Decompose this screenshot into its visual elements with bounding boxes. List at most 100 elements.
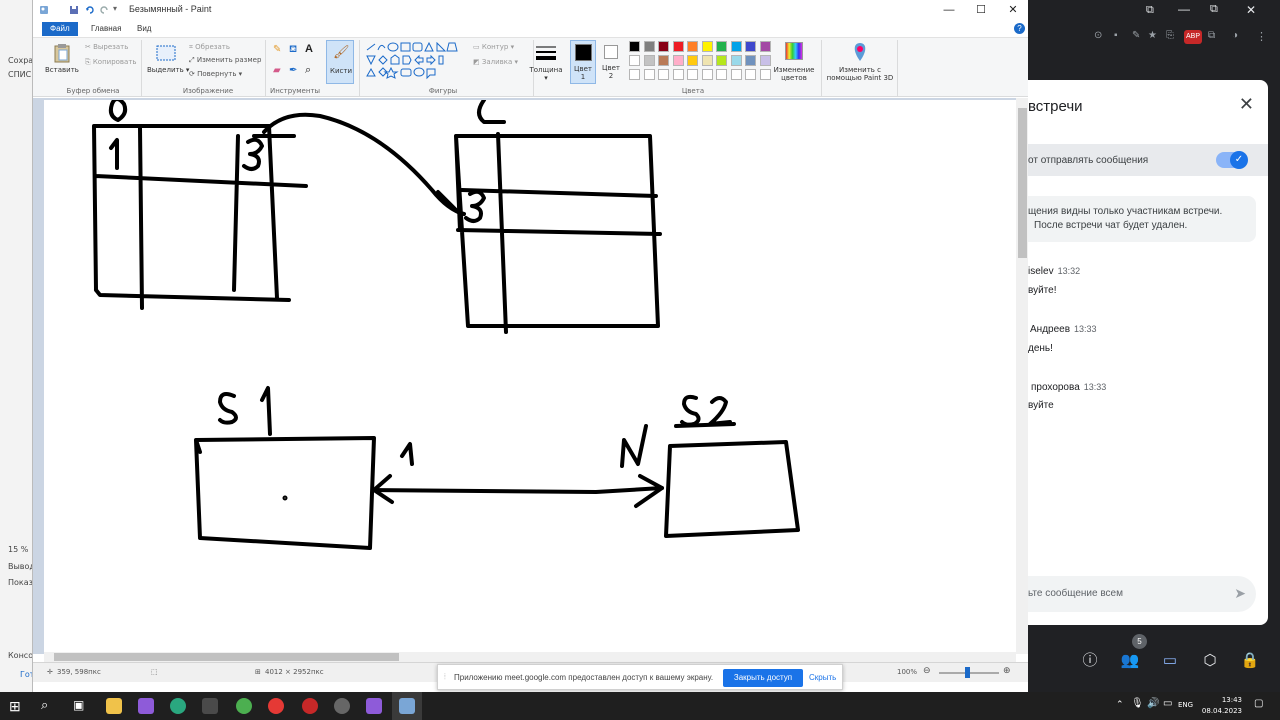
file-explorer-icon[interactable] bbox=[106, 698, 122, 714]
palette-color-swatch[interactable] bbox=[658, 55, 669, 66]
paint3d-button[interactable]: Изменить с помощью Paint 3D bbox=[825, 66, 895, 82]
size-icon[interactable] bbox=[535, 44, 557, 64]
palette-color-swatch[interactable] bbox=[629, 41, 640, 52]
zoom-out-button[interactable]: ⊖ bbox=[923, 666, 931, 676]
copy-button[interactable]: ⎘ Копировать bbox=[85, 58, 137, 67]
left-strip-item[interactable]: Показ bbox=[8, 578, 33, 587]
tray-expand-icon[interactable]: ⌃ bbox=[1116, 699, 1124, 710]
chat-input[interactable]: ьте сообщение всем ➤ bbox=[1028, 576, 1256, 612]
palette-color-swatch[interactable] bbox=[716, 69, 727, 80]
drag-handle-icon[interactable]: ⦙ bbox=[444, 672, 446, 682]
eraser-icon[interactable]: ▰ bbox=[273, 65, 281, 76]
color1-button[interactable]: Цвет 1 bbox=[570, 40, 596, 84]
github-icon[interactable] bbox=[334, 698, 350, 714]
minimize-button[interactable]: — bbox=[933, 0, 965, 21]
palette-color-swatch[interactable] bbox=[629, 55, 640, 66]
send-icon[interactable]: ➤ bbox=[1234, 585, 1246, 602]
clock-date[interactable]: 08.04.2023 bbox=[1200, 707, 1242, 715]
left-strip-item[interactable]: Вывод bbox=[8, 562, 35, 571]
chat-icon[interactable]: ▭ bbox=[1159, 650, 1181, 672]
palette-color-swatch[interactable] bbox=[687, 55, 698, 66]
palette-color-swatch[interactable] bbox=[643, 55, 655, 66]
rotate-button[interactable]: ⟳ Повернуть ▾ bbox=[189, 70, 242, 78]
palette-color-swatch[interactable] bbox=[716, 41, 727, 52]
palette-color-swatch[interactable] bbox=[730, 69, 742, 80]
edit-colors-icon[interactable] bbox=[785, 42, 803, 60]
palette-color-swatch[interactable] bbox=[745, 69, 756, 80]
palette-color-swatch[interactable] bbox=[759, 41, 771, 52]
left-strip-item[interactable]: 15 % bbox=[8, 545, 28, 554]
color-picker-icon[interactable]: ✒ bbox=[289, 65, 297, 76]
close-icon[interactable]: ✕ bbox=[1239, 94, 1254, 115]
quick-access-dropdown-icon[interactable]: ▾ bbox=[113, 4, 117, 13]
fill-bucket-icon[interactable]: ⛾ bbox=[289, 44, 297, 57]
visual-studio-icon[interactable] bbox=[138, 698, 154, 714]
palette-color-swatch[interactable] bbox=[687, 69, 698, 80]
select-button[interactable]: Выделить ▾ bbox=[147, 66, 189, 74]
palette-color-swatch[interactable] bbox=[759, 55, 771, 66]
start-icon[interactable]: ⊞ bbox=[9, 698, 21, 715]
yandex-browser-icon[interactable] bbox=[268, 698, 284, 714]
palette-color-swatch[interactable] bbox=[629, 69, 640, 80]
camera-icon[interactable]: ▪ bbox=[1114, 30, 1118, 41]
palette-color-swatch[interactable] bbox=[643, 69, 655, 80]
chat-permission-toggle[interactable]: ✓ bbox=[1216, 151, 1248, 169]
edit-colors-button[interactable]: Изменение цветов bbox=[769, 66, 819, 82]
extensions-icon[interactable]: ⧉ bbox=[1208, 30, 1215, 41]
yandex-icon[interactable] bbox=[302, 698, 318, 714]
bookmark-icon[interactable]: ✎ bbox=[1132, 30, 1140, 41]
profile-icon[interactable]: ◑ bbox=[1232, 30, 1238, 41]
zoom-slider-thumb[interactable] bbox=[965, 667, 970, 678]
paint-taskbar-button[interactable] bbox=[392, 692, 422, 720]
resize-button[interactable]: ⤢ Изменить размер bbox=[189, 56, 261, 65]
palette-color-swatch[interactable] bbox=[730, 41, 742, 52]
star-icon[interactable]: ★ bbox=[1148, 30, 1157, 41]
host-controls-icon[interactable]: 🔒 bbox=[1239, 650, 1261, 672]
palette-color-swatch[interactable] bbox=[701, 55, 713, 66]
redo-icon[interactable] bbox=[99, 5, 109, 15]
participants-icon[interactable]: 👥 bbox=[1119, 650, 1141, 672]
adblock-icon[interactable]: ABP bbox=[1184, 30, 1202, 44]
tab-view[interactable]: Вид bbox=[129, 22, 159, 36]
palette-color-swatch[interactable] bbox=[701, 41, 713, 52]
visual-studio-2-icon[interactable] bbox=[366, 698, 382, 714]
shapes-gallery[interactable] bbox=[365, 42, 461, 82]
extension-icon[interactable]: ⊙ bbox=[1094, 30, 1102, 41]
maximize-button[interactable]: ☐ bbox=[965, 0, 997, 21]
search-icon[interactable]: ⌕ bbox=[41, 697, 48, 713]
outline-button[interactable]: ▭ Контур ▾ bbox=[473, 43, 514, 51]
cut-button[interactable]: ✂ Вырезать bbox=[85, 43, 128, 51]
left-strip-item[interactable]: Сохра bbox=[8, 56, 33, 65]
magnifier-icon[interactable]: ⌕ bbox=[305, 64, 311, 77]
help-icon[interactable]: ? bbox=[1014, 23, 1025, 34]
palette-color-swatch[interactable] bbox=[672, 41, 684, 52]
undo-icon[interactable] bbox=[85, 5, 95, 15]
activities-icon[interactable]: ⬡ bbox=[1199, 650, 1221, 672]
network-icon[interactable]: ▭ bbox=[1163, 698, 1172, 709]
tab-home[interactable]: Главная bbox=[83, 22, 129, 36]
vertical-scroll-thumb[interactable] bbox=[1018, 108, 1027, 258]
palette-color-swatch[interactable] bbox=[687, 41, 698, 52]
palette-color-swatch[interactable] bbox=[716, 55, 727, 66]
palette-color-swatch[interactable] bbox=[643, 41, 655, 52]
fill-button[interactable]: ◩ Заливка ▾ bbox=[473, 58, 518, 66]
pip-icon[interactable]: ⧉ bbox=[1146, 4, 1154, 17]
task-view-icon[interactable]: ▣ bbox=[73, 698, 84, 712]
palette-color-swatch[interactable] bbox=[730, 55, 742, 66]
close-button[interactable]: ✕ bbox=[997, 0, 1029, 21]
tab-file[interactable]: Файл bbox=[42, 22, 78, 36]
minimize-browser-button[interactable]: — bbox=[1178, 2, 1190, 16]
select-icon[interactable] bbox=[155, 43, 177, 63]
pencil-icon[interactable]: ✎ bbox=[273, 44, 281, 55]
palette-color-swatch[interactable] bbox=[745, 41, 756, 52]
restore-browser-button[interactable]: ⧉ bbox=[1210, 3, 1218, 16]
palette-color-swatch[interactable] bbox=[672, 55, 684, 66]
notifications-icon[interactable]: ▢ bbox=[1254, 698, 1263, 709]
paint3d-icon[interactable] bbox=[851, 42, 869, 62]
palette-color-swatch[interactable] bbox=[658, 69, 669, 80]
paste-button[interactable]: Вставить bbox=[45, 66, 79, 74]
palette-color-swatch[interactable] bbox=[745, 55, 756, 66]
zoom-in-button[interactable]: ⊕ bbox=[1003, 666, 1011, 676]
horizontal-scrollbar[interactable] bbox=[44, 652, 1016, 662]
clock-time[interactable]: 13:43 bbox=[1212, 696, 1242, 704]
